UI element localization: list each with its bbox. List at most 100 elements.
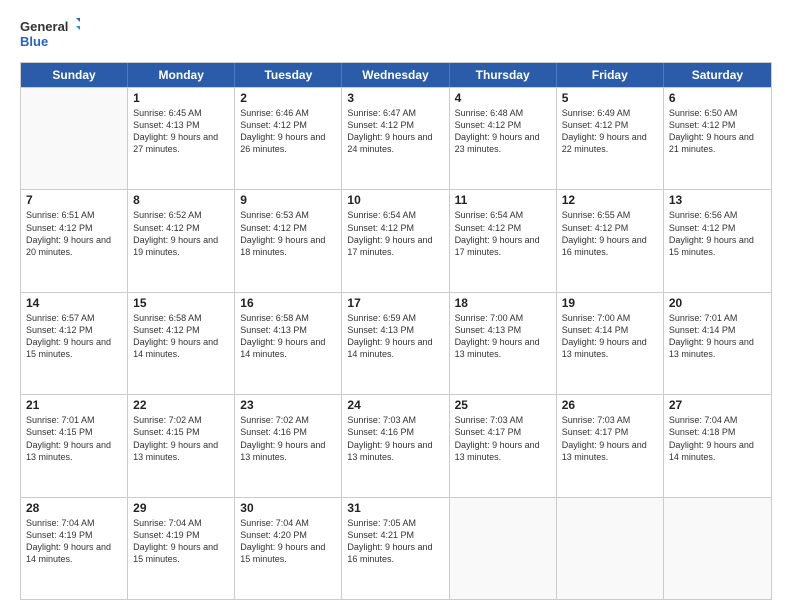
day-cell-24: 24 Sunrise: 7:03 AM Sunset: 4:16 PM Dayl… <box>342 395 449 496</box>
cell-info: Sunrise: 6:47 AM Sunset: 4:12 PM Dayligh… <box>347 107 443 156</box>
week-row-2: 14 Sunrise: 6:57 AM Sunset: 4:12 PM Dayl… <box>21 292 771 394</box>
day-cell-31: 31 Sunrise: 7:05 AM Sunset: 4:21 PM Dayl… <box>342 498 449 599</box>
day-cell-1: 1 Sunrise: 6:45 AM Sunset: 4:13 PM Dayli… <box>128 88 235 189</box>
day-cell-9: 9 Sunrise: 6:53 AM Sunset: 4:12 PM Dayli… <box>235 190 342 291</box>
cell-info: Sunrise: 6:48 AM Sunset: 4:12 PM Dayligh… <box>455 107 551 156</box>
day-cell-5: 5 Sunrise: 6:49 AM Sunset: 4:12 PM Dayli… <box>557 88 664 189</box>
day-cell-27: 27 Sunrise: 7:04 AM Sunset: 4:18 PM Dayl… <box>664 395 771 496</box>
cell-info: Sunrise: 7:04 AM Sunset: 4:20 PM Dayligh… <box>240 517 336 566</box>
day-number: 28 <box>26 501 122 515</box>
cell-info: Sunrise: 7:03 AM Sunset: 4:17 PM Dayligh… <box>562 414 658 463</box>
day-number: 24 <box>347 398 443 412</box>
day-cell-20: 20 Sunrise: 7:01 AM Sunset: 4:14 PM Dayl… <box>664 293 771 394</box>
cell-info: Sunrise: 6:58 AM Sunset: 4:13 PM Dayligh… <box>240 312 336 361</box>
cell-info: Sunrise: 7:02 AM Sunset: 4:16 PM Dayligh… <box>240 414 336 463</box>
day-cell-25: 25 Sunrise: 7:03 AM Sunset: 4:17 PM Dayl… <box>450 395 557 496</box>
cell-info: Sunrise: 6:51 AM Sunset: 4:12 PM Dayligh… <box>26 209 122 258</box>
cell-info: Sunrise: 6:58 AM Sunset: 4:12 PM Dayligh… <box>133 312 229 361</box>
week-row-1: 7 Sunrise: 6:51 AM Sunset: 4:12 PM Dayli… <box>21 189 771 291</box>
day-cell-17: 17 Sunrise: 6:59 AM Sunset: 4:13 PM Dayl… <box>342 293 449 394</box>
cell-info: Sunrise: 6:54 AM Sunset: 4:12 PM Dayligh… <box>347 209 443 258</box>
day-number: 2 <box>240 91 336 105</box>
header-day-monday: Monday <box>128 63 235 87</box>
svg-text:General: General <box>20 19 68 34</box>
logo: General Blue <box>20 16 80 52</box>
cell-info: Sunrise: 7:05 AM Sunset: 4:21 PM Dayligh… <box>347 517 443 566</box>
day-cell-19: 19 Sunrise: 7:00 AM Sunset: 4:14 PM Dayl… <box>557 293 664 394</box>
cell-info: Sunrise: 7:04 AM Sunset: 4:19 PM Dayligh… <box>133 517 229 566</box>
cell-info: Sunrise: 7:04 AM Sunset: 4:19 PM Dayligh… <box>26 517 122 566</box>
header-day-saturday: Saturday <box>664 63 771 87</box>
header-day-thursday: Thursday <box>450 63 557 87</box>
day-number: 4 <box>455 91 551 105</box>
empty-cell-4-5 <box>557 498 664 599</box>
cell-info: Sunrise: 7:03 AM Sunset: 4:17 PM Dayligh… <box>455 414 551 463</box>
cell-info: Sunrise: 6:57 AM Sunset: 4:12 PM Dayligh… <box>26 312 122 361</box>
cell-info: Sunrise: 7:01 AM Sunset: 4:14 PM Dayligh… <box>669 312 766 361</box>
day-cell-28: 28 Sunrise: 7:04 AM Sunset: 4:19 PM Dayl… <box>21 498 128 599</box>
day-number: 3 <box>347 91 443 105</box>
day-cell-18: 18 Sunrise: 7:00 AM Sunset: 4:13 PM Dayl… <box>450 293 557 394</box>
day-number: 30 <box>240 501 336 515</box>
header-day-sunday: Sunday <box>21 63 128 87</box>
day-number: 29 <box>133 501 229 515</box>
day-number: 19 <box>562 296 658 310</box>
week-row-3: 21 Sunrise: 7:01 AM Sunset: 4:15 PM Dayl… <box>21 394 771 496</box>
day-number: 8 <box>133 193 229 207</box>
day-number: 31 <box>347 501 443 515</box>
svg-text:Blue: Blue <box>20 34 48 49</box>
day-cell-12: 12 Sunrise: 6:55 AM Sunset: 4:12 PM Dayl… <box>557 190 664 291</box>
day-number: 11 <box>455 193 551 207</box>
day-cell-16: 16 Sunrise: 6:58 AM Sunset: 4:13 PM Dayl… <box>235 293 342 394</box>
cell-info: Sunrise: 6:55 AM Sunset: 4:12 PM Dayligh… <box>562 209 658 258</box>
cell-info: Sunrise: 7:03 AM Sunset: 4:16 PM Dayligh… <box>347 414 443 463</box>
day-cell-8: 8 Sunrise: 6:52 AM Sunset: 4:12 PM Dayli… <box>128 190 235 291</box>
day-cell-11: 11 Sunrise: 6:54 AM Sunset: 4:12 PM Dayl… <box>450 190 557 291</box>
day-cell-23: 23 Sunrise: 7:02 AM Sunset: 4:16 PM Dayl… <box>235 395 342 496</box>
day-cell-26: 26 Sunrise: 7:03 AM Sunset: 4:17 PM Dayl… <box>557 395 664 496</box>
cell-info: Sunrise: 6:56 AM Sunset: 4:12 PM Dayligh… <box>669 209 766 258</box>
week-row-4: 28 Sunrise: 7:04 AM Sunset: 4:19 PM Dayl… <box>21 497 771 599</box>
day-cell-22: 22 Sunrise: 7:02 AM Sunset: 4:15 PM Dayl… <box>128 395 235 496</box>
cell-info: Sunrise: 7:02 AM Sunset: 4:15 PM Dayligh… <box>133 414 229 463</box>
day-cell-7: 7 Sunrise: 6:51 AM Sunset: 4:12 PM Dayli… <box>21 190 128 291</box>
day-cell-21: 21 Sunrise: 7:01 AM Sunset: 4:15 PM Dayl… <box>21 395 128 496</box>
calendar: SundayMondayTuesdayWednesdayThursdayFrid… <box>20 62 772 600</box>
cell-info: Sunrise: 6:53 AM Sunset: 4:12 PM Dayligh… <box>240 209 336 258</box>
cell-info: Sunrise: 7:01 AM Sunset: 4:15 PM Dayligh… <box>26 414 122 463</box>
cell-info: Sunrise: 6:54 AM Sunset: 4:12 PM Dayligh… <box>455 209 551 258</box>
day-number: 27 <box>669 398 766 412</box>
day-cell-30: 30 Sunrise: 7:04 AM Sunset: 4:20 PM Dayl… <box>235 498 342 599</box>
day-number: 15 <box>133 296 229 310</box>
day-cell-4: 4 Sunrise: 6:48 AM Sunset: 4:12 PM Dayli… <box>450 88 557 189</box>
day-number: 21 <box>26 398 122 412</box>
cell-info: Sunrise: 7:00 AM Sunset: 4:13 PM Dayligh… <box>455 312 551 361</box>
day-number: 22 <box>133 398 229 412</box>
header-day-wednesday: Wednesday <box>342 63 449 87</box>
day-number: 23 <box>240 398 336 412</box>
day-number: 20 <box>669 296 766 310</box>
cell-info: Sunrise: 6:50 AM Sunset: 4:12 PM Dayligh… <box>669 107 766 156</box>
day-cell-29: 29 Sunrise: 7:04 AM Sunset: 4:19 PM Dayl… <box>128 498 235 599</box>
day-cell-2: 2 Sunrise: 6:46 AM Sunset: 4:12 PM Dayli… <box>235 88 342 189</box>
day-cell-15: 15 Sunrise: 6:58 AM Sunset: 4:12 PM Dayl… <box>128 293 235 394</box>
day-number: 13 <box>669 193 766 207</box>
cell-info: Sunrise: 6:52 AM Sunset: 4:12 PM Dayligh… <box>133 209 229 258</box>
day-number: 25 <box>455 398 551 412</box>
cell-info: Sunrise: 6:49 AM Sunset: 4:12 PM Dayligh… <box>562 107 658 156</box>
cell-info: Sunrise: 7:00 AM Sunset: 4:14 PM Dayligh… <box>562 312 658 361</box>
cell-info: Sunrise: 6:45 AM Sunset: 4:13 PM Dayligh… <box>133 107 229 156</box>
cell-info: Sunrise: 6:46 AM Sunset: 4:12 PM Dayligh… <box>240 107 336 156</box>
empty-cell-4-6 <box>664 498 771 599</box>
empty-cell-0-0 <box>21 88 128 189</box>
day-number: 16 <box>240 296 336 310</box>
calendar-body: 1 Sunrise: 6:45 AM Sunset: 4:13 PM Dayli… <box>21 87 771 599</box>
day-number: 18 <box>455 296 551 310</box>
day-number: 12 <box>562 193 658 207</box>
day-number: 10 <box>347 193 443 207</box>
page: General Blue SundayMondayTuesdayWednesda… <box>0 0 792 612</box>
calendar-header: SundayMondayTuesdayWednesdayThursdayFrid… <box>21 63 771 87</box>
day-cell-14: 14 Sunrise: 6:57 AM Sunset: 4:12 PM Dayl… <box>21 293 128 394</box>
cell-info: Sunrise: 6:59 AM Sunset: 4:13 PM Dayligh… <box>347 312 443 361</box>
day-cell-10: 10 Sunrise: 6:54 AM Sunset: 4:12 PM Dayl… <box>342 190 449 291</box>
